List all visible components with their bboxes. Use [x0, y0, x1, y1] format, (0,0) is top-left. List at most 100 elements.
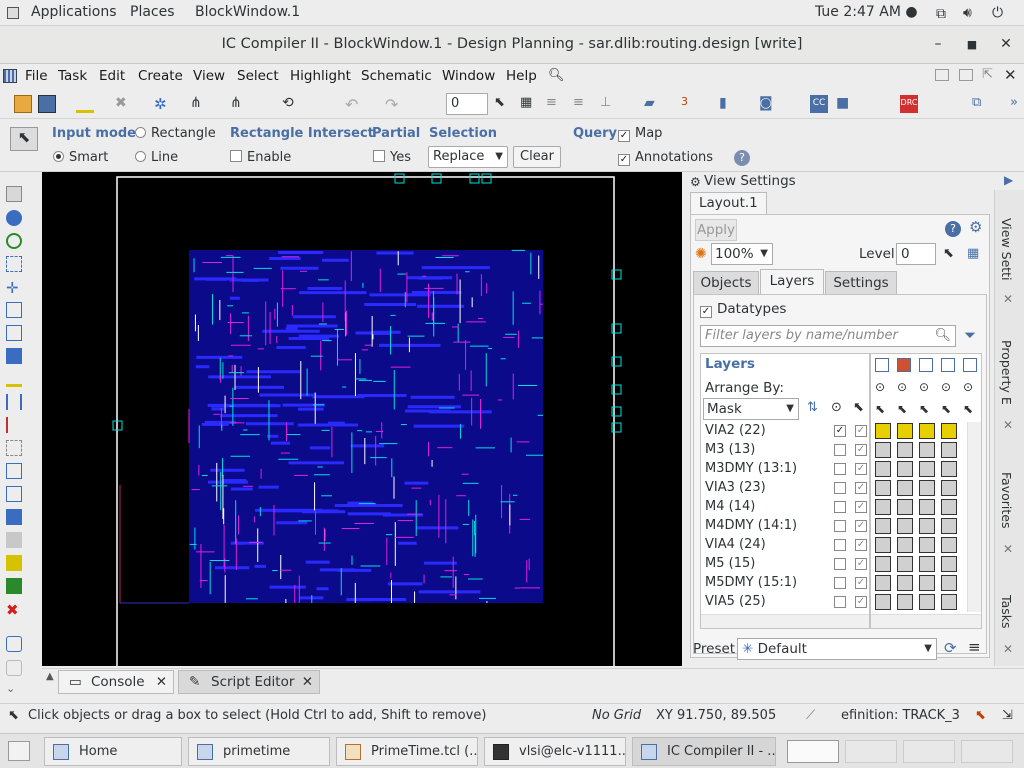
- unlock-icon[interactable]: [6, 660, 22, 676]
- close-tab-icon[interactable]: ✕: [302, 671, 313, 693]
- menu-highlight[interactable]: Highlight: [290, 68, 351, 84]
- volume-icon[interactable]: 🔊︎: [963, 5, 972, 21]
- active-window-menu[interactable]: BlockWindow.1: [195, 4, 300, 20]
- annotations-check[interactable]: ✓: [618, 154, 630, 166]
- wire-icon[interactable]: [6, 417, 22, 433]
- snap-icon[interactable]: ✲: [154, 95, 172, 113]
- fill-icon[interactable]: [6, 348, 22, 364]
- layer-pattern-swatch[interactable]: [897, 423, 913, 439]
- layer-pattern-swatch[interactable]: [897, 556, 913, 572]
- network-icon[interactable]: ⧉: [936, 6, 946, 22]
- menu-lines-icon[interactable]: ≡: [968, 638, 981, 656]
- clear-tool-icon[interactable]: ✖: [6, 601, 22, 619]
- show-desktop-button[interactable]: [8, 741, 30, 761]
- datatypes-check[interactable]: ✓: [700, 306, 712, 318]
- layer-pattern-swatch[interactable]: [919, 575, 935, 591]
- split-icon[interactable]: [6, 325, 22, 341]
- menu-file[interactable]: File: [25, 68, 48, 84]
- array-icon[interactable]: [6, 486, 22, 502]
- layer-pattern-swatch[interactable]: [875, 423, 891, 439]
- layer-pattern-swatch[interactable]: [875, 537, 891, 553]
- stipple-icon[interactable]: [963, 358, 977, 372]
- measure-icon[interactable]: ⟋: [806, 708, 815, 723]
- detach-icon[interactable]: ⇱: [982, 67, 993, 82]
- expand-down-icon[interactable]: ⌄: [6, 682, 22, 698]
- layer-pattern-swatch[interactable]: [941, 518, 957, 534]
- layer-selectable-checkbox[interactable]: ✓: [855, 463, 867, 475]
- layer-pattern-swatch[interactable]: [875, 575, 891, 591]
- undo-zoom-icon[interactable]: ⟲: [282, 95, 300, 113]
- more-icon[interactable]: »: [1010, 95, 1024, 113]
- layer-pattern-swatch[interactable]: [897, 575, 913, 591]
- visibility-header-icon[interactable]: ⊙: [831, 400, 842, 415]
- task-home[interactable]: Home: [44, 737, 182, 766]
- help-icon[interactable]: ?: [945, 221, 961, 237]
- align-center-icon[interactable]: ≡: [573, 95, 591, 113]
- fill-pattern-icon[interactable]: [897, 358, 911, 372]
- clear-button[interactable]: Clear: [513, 146, 561, 168]
- side-tab-view-settings[interactable]: View Setti: [999, 218, 1014, 281]
- lock-icon[interactable]: [6, 636, 22, 652]
- menu-view[interactable]: View: [193, 68, 225, 84]
- cut-icon[interactable]: [6, 440, 22, 456]
- menu-select[interactable]: Select: [237, 68, 279, 84]
- close-side-tab-icon[interactable]: ✕: [1003, 418, 1013, 432]
- line-style-icon[interactable]: [875, 358, 889, 372]
- close-side-tab-icon[interactable]: ✕: [1003, 542, 1013, 556]
- layer-pattern-swatch[interactable]: [919, 461, 935, 477]
- layer-selectable-checkbox[interactable]: ✓: [855, 501, 867, 513]
- layer-pattern-swatch[interactable]: [941, 575, 957, 591]
- side-tab-favorites[interactable]: Favorites: [999, 472, 1014, 528]
- enable-check[interactable]: [230, 150, 242, 162]
- grid-icon[interactable]: ▦: [520, 95, 538, 113]
- column-select-icon[interactable]: ⬉: [897, 402, 907, 416]
- tab-console[interactable]: ▭ Console ✕: [58, 670, 174, 694]
- rectangle-radio-dot[interactable]: [135, 127, 146, 138]
- close-tab-icon[interactable]: ✕: [1004, 66, 1017, 84]
- layer-level-spinner[interactable]: 0: [446, 93, 488, 115]
- delete-icon[interactable]: ✖: [115, 95, 133, 113]
- io-pin[interactable]: [469, 173, 480, 184]
- tab-objects[interactable]: Objects: [693, 271, 759, 295]
- pointer-icon[interactable]: ⬉: [943, 246, 954, 261]
- pen-icon[interactable]: [76, 95, 94, 113]
- message-icon[interactable]: ▰: [644, 95, 662, 113]
- level-grid-icon[interactable]: ▦: [967, 246, 979, 261]
- annotations-checkbox[interactable]: ✓ Annotations: [618, 150, 713, 166]
- menu-create[interactable]: Create: [138, 68, 183, 84]
- layout-tab[interactable]: Layout.1: [690, 192, 767, 214]
- apply-button[interactable]: Apply: [695, 219, 737, 241]
- layer-pattern-swatch[interactable]: [875, 594, 891, 610]
- menu-edit[interactable]: Edit: [99, 68, 125, 84]
- side-tab-property-editor[interactable]: Property E: [999, 340, 1014, 405]
- layer-selectable-checkbox[interactable]: ✓: [855, 425, 867, 437]
- yes-check[interactable]: [373, 150, 385, 162]
- zoom-select[interactable]: 100% ▼: [711, 243, 773, 265]
- layer-row[interactable]: M3DMY (13:1) ✓: [701, 460, 869, 479]
- move-icon[interactable]: ✛: [6, 279, 22, 297]
- level-spinner[interactable]: 0: [896, 243, 936, 265]
- layer-pattern-swatch[interactable]: [919, 480, 935, 496]
- zoom-in-icon[interactable]: [6, 233, 22, 249]
- menu-help[interactable]: Help: [506, 68, 537, 84]
- layer-pattern-swatch[interactable]: [897, 537, 913, 553]
- layer-pattern-swatch[interactable]: [897, 480, 913, 496]
- resize-icon[interactable]: [6, 302, 22, 318]
- layout-canvas[interactable]: [42, 172, 682, 666]
- layer-pattern-swatch[interactable]: [897, 461, 913, 477]
- io-pin[interactable]: [431, 173, 442, 184]
- filter-layers-input[interactable]: Filter layers by name/number 🔍︎: [700, 325, 956, 347]
- line-radio[interactable]: Line: [135, 150, 178, 165]
- route-alt-icon[interactable]: ⋔: [230, 95, 248, 113]
- rectangle-radio[interactable]: Rectangle: [135, 126, 216, 141]
- smart-radio[interactable]: Smart: [53, 150, 108, 165]
- scroll-up-icon[interactable]: ▲: [46, 671, 54, 682]
- cc-icon[interactable]: CC: [810, 95, 828, 113]
- layer-selectable-checkbox[interactable]: ✓: [855, 520, 867, 532]
- task-ic-compiler[interactable]: IC Compiler II - ...: [632, 737, 776, 766]
- workspace-2[interactable]: [845, 740, 897, 763]
- layer-visible-checkbox[interactable]: [834, 444, 846, 456]
- info-icon[interactable]: [6, 210, 22, 226]
- yes-checkbox[interactable]: Yes: [373, 150, 411, 165]
- io-pin[interactable]: [394, 173, 405, 184]
